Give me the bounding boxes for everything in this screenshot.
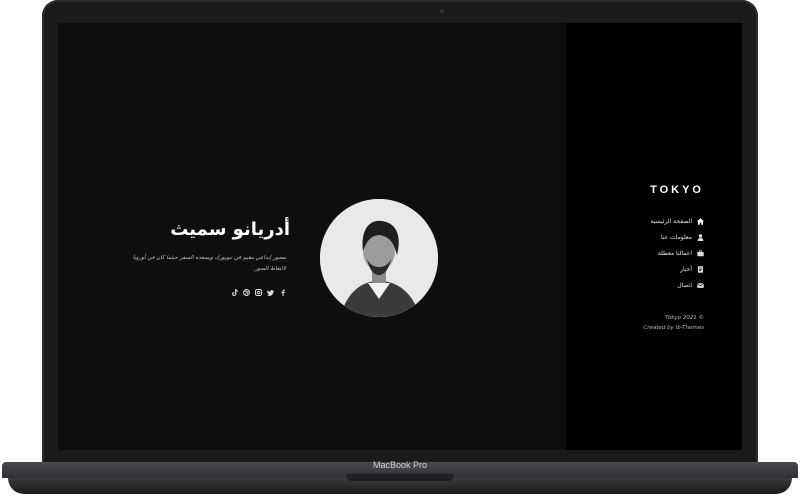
hero-name: أدريانو سميث	[170, 219, 290, 240]
dribbble-icon[interactable]	[243, 289, 250, 296]
camera	[440, 9, 444, 13]
copyright-line: Tokyo 2021 ©	[665, 315, 704, 321]
sidebar-item-portfolio[interactable]: اعمالنا معطلة	[651, 245, 704, 261]
sidebar-item-label: الصفحة الرئيسية	[650, 217, 692, 225]
social-links	[231, 289, 286, 296]
screen: أدريانو سميث مصور إبداعي مقيم في نيويورك…	[58, 23, 742, 450]
sidebar-item-contact[interactable]: اتصال	[651, 277, 704, 293]
sidebar-item-label: أخبار	[680, 265, 692, 273]
base-notch	[346, 474, 454, 481]
hero-bio: مصور إبداعي مقيم في نيويورك ويسعده السفر…	[132, 255, 286, 272]
credit-line: Created by ib-Themes	[643, 325, 704, 331]
twitter-icon[interactable]	[267, 289, 274, 296]
news-icon	[696, 265, 704, 273]
sidebar-item-label: اعمالنا معطلة	[657, 249, 692, 257]
avatar	[320, 199, 438, 317]
facebook-icon[interactable]	[279, 289, 286, 296]
sidebar-item-news[interactable]: أخبار	[651, 261, 704, 277]
user-icon	[696, 233, 704, 241]
sidebar-item-home[interactable]: الصفحة الرئيسية	[651, 213, 704, 229]
portrait-photo	[320, 199, 438, 317]
sidebar-item-about[interactable]: معلومات عنا	[651, 229, 704, 245]
sidebar-item-label: اتصال	[677, 281, 692, 289]
instagram-icon[interactable]	[255, 289, 262, 296]
logo[interactable]: TOKYO	[650, 184, 704, 196]
main-content: أدريانو سميث مصور إبداعي مقيم في نيويورك…	[58, 23, 566, 450]
home-icon	[696, 217, 704, 225]
copyright: Tokyo 2021 © Created by ib-Themes	[643, 313, 704, 333]
mail-icon	[696, 281, 704, 289]
sidebar-item-label: معلومات عنا	[660, 233, 692, 241]
tiktok-icon[interactable]	[231, 289, 238, 296]
model-label: MacBook Pro	[372, 460, 428, 470]
briefcase-icon	[696, 249, 704, 257]
sidebar-menu: الصفحة الرئيسية معلومات عنا اعمالنا معطل…	[651, 213, 704, 293]
sidebar: TOKYO الصفحة الرئيسية معلومات عنا اعمالن…	[566, 23, 742, 450]
